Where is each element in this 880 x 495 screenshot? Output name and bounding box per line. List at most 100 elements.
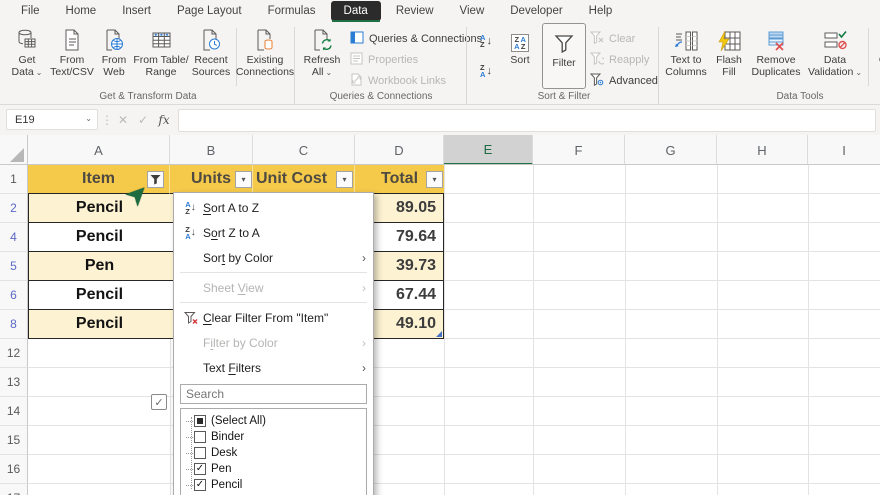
advanced-funnel-icon [589,73,604,89]
recent-sources-button[interactable]: Recent Sources [188,25,234,89]
gridline-col [533,165,534,495]
filter-search-input[interactable] [180,384,367,404]
column-header-a[interactable]: A [28,135,170,165]
existing-connections-label-2: Connections [235,66,295,78]
tab-file[interactable]: File [8,1,53,21]
group-separator [658,27,659,115]
formula-input[interactable] [178,109,876,132]
gridline-col [717,165,718,495]
database-icon [16,25,38,52]
column-header-d[interactable]: D [355,135,444,165]
refresh-all-button[interactable]: Refresh All ⌄ [300,25,344,89]
consolidate-button[interactable]: Conso [872,25,880,89]
sort-az-icon: A Z ↓ [178,200,203,215]
filter-button[interactable]: Filter [544,28,584,92]
group-label-queries: Queries & Connections [329,91,433,102]
enter-check-icon[interactable]: ✓ [134,109,152,130]
menu-item-sort-z-to-a[interactable]: Z A ↓ Sort Z to A [174,220,373,245]
row-header-4[interactable]: 4 [0,223,28,252]
column-header-f[interactable]: F [533,135,625,165]
formula-bar-grip-icon[interactable]: ⋮ [101,109,113,130]
menu-item-text-filters[interactable]: Text Filters › [174,355,373,380]
total-filter-button[interactable]: ▾ [426,171,443,188]
from-text-csv-button[interactable]: From Text/CSV [50,25,94,89]
data-validation-label-2: Validation [807,66,854,78]
ribbon: Get Data ⌄ From Text/CSV From Web From T… [0,22,880,115]
column-header-i[interactable]: I [808,135,880,165]
row-header-12[interactable]: 12 [0,339,28,368]
worksheet-checkbox-control[interactable]: ✓ [151,394,167,410]
flash-fill-button[interactable]: Flash Fill [712,25,746,89]
menu-item-clear-filter[interactable]: Clear Filter From "Item" [174,305,373,330]
checklist-item-desk[interactable]: Desk [186,445,366,461]
tab-review[interactable]: Review [383,1,447,21]
checklist-label: (Select All) [211,415,266,427]
from-table-range-button[interactable]: From Table/ Range [132,25,190,89]
unit-cost-filter-button[interactable]: ▾ [336,171,353,188]
column-header-g[interactable]: G [625,135,717,165]
checkbox-unchecked-icon[interactable] [194,431,206,443]
text-to-columns-button[interactable]: Text to Columns [662,25,710,89]
menu-item-sort-a-to-z[interactable]: A Z ↓ Sort A to Z [174,195,373,220]
row-header-17[interactable]: 17 [0,484,28,495]
remove-duplicates-button[interactable]: Remove Duplicates [748,25,804,89]
name-box-chevron-icon[interactable]: ⌄ [85,114,92,123]
get-data-button[interactable]: Get Data ⌄ [6,25,48,89]
row-header-14[interactable]: 14 [0,397,28,426]
row-header-6[interactable]: 6 [0,281,28,310]
down-arrow-icon: ↓ [486,65,492,77]
clear-funnel-icon [589,31,604,47]
from-web-button[interactable]: From Web [96,25,132,89]
row-header-15[interactable]: 15 [0,426,28,455]
row-header-1[interactable]: 1 [0,165,28,194]
checklist-item-binder[interactable]: Binder [186,429,366,445]
fx-icon[interactable]: fx [154,109,174,130]
cell-a4[interactable]: Pencil [28,223,170,252]
existing-connections-button[interactable]: Existing Connections [235,25,295,89]
row-header-5[interactable]: 5 [0,252,28,281]
advanced-filter-button[interactable]: Advanced [589,71,658,91]
text-to-columns-icon [674,25,698,52]
units-filter-button[interactable]: ▾ [235,171,252,188]
name-box[interactable]: E19 ⌄ [6,109,98,130]
sort-z-to-a-button[interactable]: ZA ↓ [474,59,498,83]
column-header-h[interactable]: H [717,135,808,165]
row-header-2[interactable]: 2 [0,194,28,223]
cell-a6[interactable]: Pencil [28,281,170,310]
cell-a8[interactable]: Pencil [28,310,170,339]
select-all-corner[interactable] [0,135,28,165]
checkbox-checked-icon[interactable]: ✓ [194,463,206,475]
sort-button[interactable]: ZAAZ Sort [500,25,540,89]
tab-data[interactable]: Data [330,1,381,23]
refresh-icon [311,25,333,52]
tab-page-layout[interactable]: Page Layout [164,1,255,21]
menu-item-sort-by-color[interactable]: Sort by Color › [174,245,373,270]
cell-a5[interactable]: Pen [28,252,170,281]
cancel-icon[interactable]: ✕ [114,109,132,130]
tab-developer[interactable]: Developer [497,1,575,21]
queries-connections-button[interactable]: Queries & Connections [350,29,482,49]
tab-formulas[interactable]: Formulas [255,1,329,21]
data-validation-button[interactable]: Data Validation ⌄ [806,25,864,89]
sort-a-to-z-button[interactable]: AZ ↓ [474,29,498,53]
tab-view[interactable]: View [447,1,498,21]
checklist-item-select-all[interactable]: (Select All) [186,413,366,429]
group-label-data-tools: Data Tools [776,91,824,102]
dropdown-chevron-icon: ▾ [241,175,246,184]
column-header-e-selected[interactable]: E [444,135,533,165]
checklist-item-pencil[interactable]: ✓ Pencil [186,477,366,493]
checkbox-indeterminate-icon[interactable] [194,415,206,427]
checkbox-checked-icon[interactable]: ✓ [194,479,206,491]
tab-insert[interactable]: Insert [109,1,164,21]
checkbox-unchecked-icon[interactable] [194,447,206,459]
checklist-item-pen[interactable]: ✓ Pen [186,461,366,477]
row-header-16[interactable]: 16 [0,455,28,484]
column-header-c[interactable]: C [253,135,355,165]
row-header-8[interactable]: 8 [0,310,28,339]
tab-home[interactable]: Home [53,1,110,21]
row-header-13[interactable]: 13 [0,368,28,397]
tab-help[interactable]: Help [576,1,626,21]
column-header-b[interactable]: B [170,135,253,165]
table-resize-corner-icon[interactable] [436,331,442,337]
item-filter-applied-button[interactable] [147,171,164,188]
